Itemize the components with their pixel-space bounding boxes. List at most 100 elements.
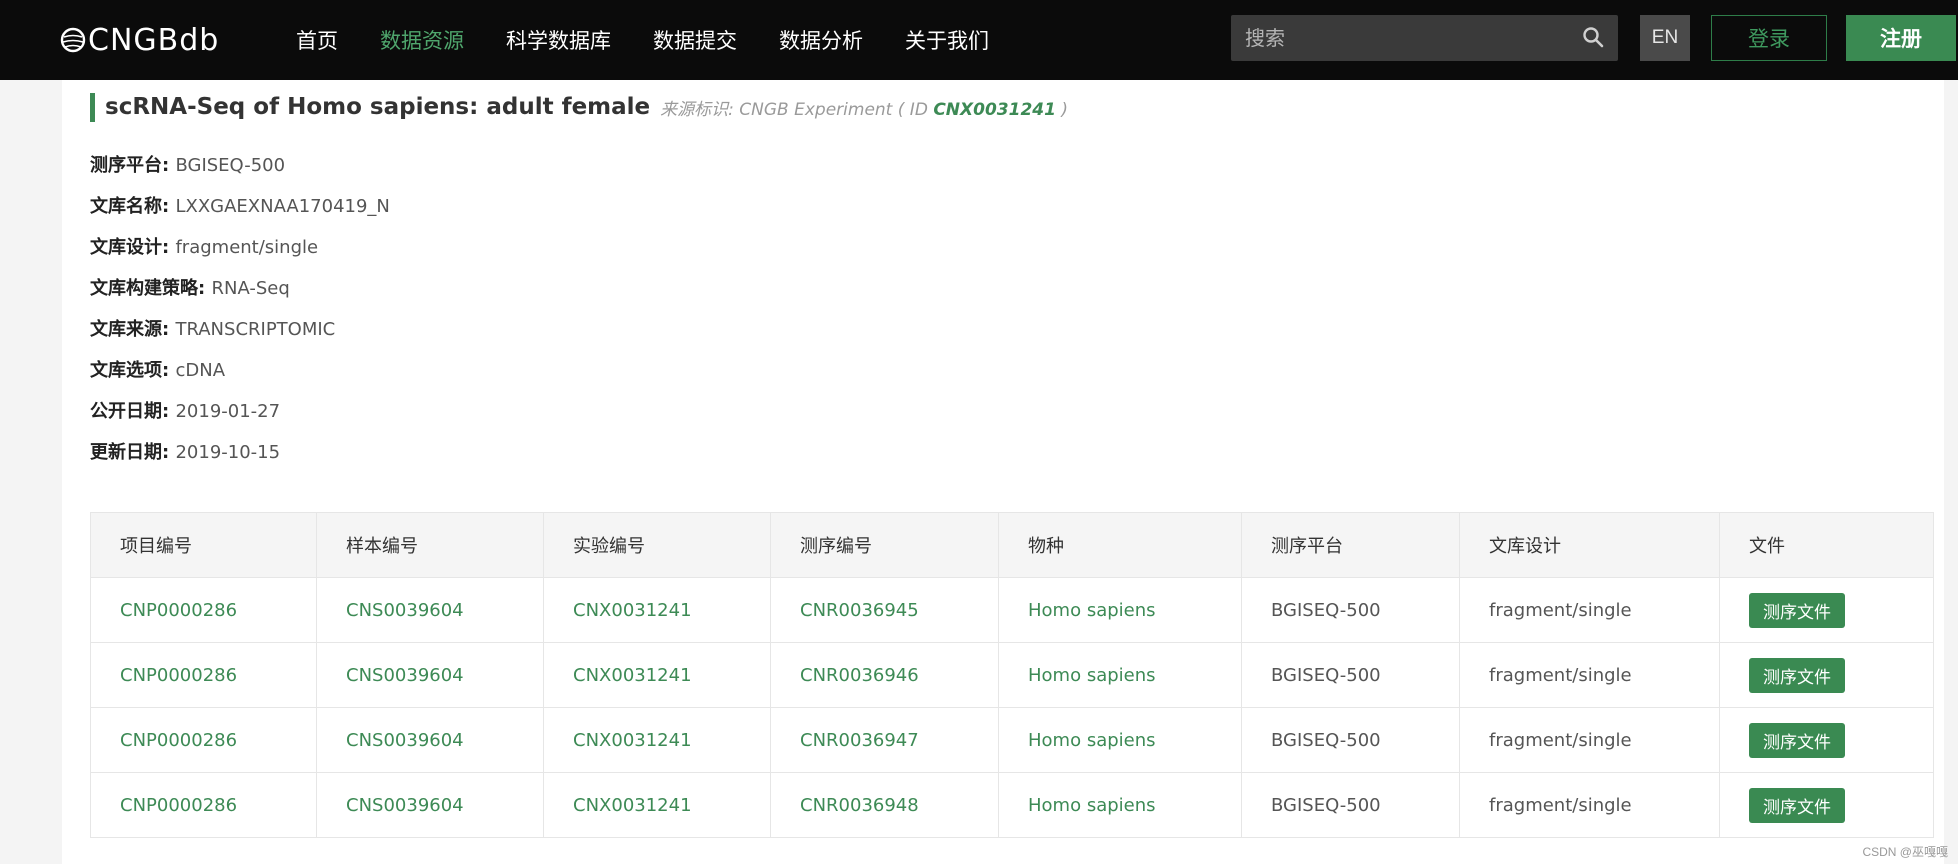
source-id-prefix: ( ID (897, 99, 928, 120)
column-header-sample-id: 样本编号 (316, 512, 544, 578)
property-library-layout: 文库设计: fragment/single (90, 237, 319, 258)
sample-id-link[interactable]: CNS0039604 (316, 642, 544, 708)
run-id-link[interactable]: CNR0036947 (770, 707, 999, 773)
sequencing-files-button[interactable]: 测序文件 (1749, 787, 1845, 823)
source-label: 来源标识: (660, 99, 734, 120)
property-update-date: 更新日期: 2019-10-15 (90, 442, 281, 463)
property-key: 公开日期 (90, 401, 162, 422)
column-header-experiment-id: 实验编号 (543, 512, 771, 578)
column-header-platform: 测序平台 (1241, 512, 1460, 578)
sequencing-files-button[interactable]: 测序文件 (1749, 592, 1845, 628)
property-key: 测序平台 (90, 155, 162, 176)
property-value: BGISEQ-500 (175, 155, 286, 176)
project-id-link[interactable]: CNP0000286 (90, 707, 317, 773)
library-layout-cell: fragment/single (1459, 642, 1720, 708)
experiment-id-link[interactable]: CNX0031241 (543, 707, 771, 773)
files-cell: 测序文件 (1719, 577, 1934, 643)
login-button[interactable]: 登录 (1711, 15, 1827, 61)
column-header-run-id: 测序编号 (770, 512, 999, 578)
sequencing-files-button[interactable]: 测序文件 (1749, 657, 1845, 693)
source-id: CNX0031241 (933, 99, 1056, 120)
property-value: cDNA (175, 360, 226, 381)
organism-link[interactable]: Homo sapiens (998, 772, 1242, 838)
heading-accent-bar (90, 92, 95, 122)
table-row: CNP0000286 CNS0039604 CNX0031241 CNR0036… (90, 577, 1934, 643)
nav-home[interactable]: 首页 (296, 25, 338, 55)
search-box (1231, 15, 1618, 61)
globe-logo-icon (60, 27, 86, 53)
property-release-date: 公开日期: 2019-01-27 (90, 401, 281, 422)
property-library-strategy: 文库构建策略: RNA-Seq (90, 278, 290, 299)
property-value: 2019-01-27 (175, 401, 281, 422)
table-row: CNP0000286 CNS0039604 CNX0031241 CNR0036… (90, 642, 1934, 708)
source-name: CNGB Experiment (739, 99, 893, 120)
property-value: 2019-10-15 (175, 442, 281, 463)
sequencing-files-button[interactable]: 测序文件 (1749, 722, 1845, 758)
project-id-link[interactable]: CNP0000286 (90, 642, 317, 708)
table-row: CNP0000286 CNS0039604 CNX0031241 CNR0036… (90, 772, 1934, 838)
property-value: TRANSCRIPTOMIC (175, 319, 336, 340)
top-navigation-bar: CNGBdb 首页 数据资源 科学数据库 数据提交 数据分析 关于我们 EN 登… (0, 0, 1958, 80)
platform-cell: BGISEQ-500 (1241, 707, 1460, 773)
nav-science-databases[interactable]: 科学数据库 (506, 25, 611, 55)
project-id-link[interactable]: CNP0000286 (90, 772, 317, 838)
watermark: CSDN @巫嘎嘎 (1862, 845, 1948, 859)
nav-about-us[interactable]: 关于我们 (905, 25, 989, 55)
platform-cell: BGISEQ-500 (1241, 772, 1460, 838)
property-library-source: 文库来源: TRANSCRIPTOMIC (90, 319, 336, 340)
run-id-link[interactable]: CNR0036946 (770, 642, 999, 708)
property-key: 文库构建策略 (90, 278, 198, 299)
runs-table: 项目编号 样本编号 实验编号 测序编号 物种 测序平台 文库设计 文件 CNP0… (90, 512, 1934, 838)
sample-id-link[interactable]: CNS0039604 (316, 772, 544, 838)
experiment-id-link[interactable]: CNX0031241 (543, 577, 771, 643)
source-id-suffix: ) (1061, 99, 1068, 120)
column-header-library-layout: 文库设计 (1459, 512, 1720, 578)
experiment-properties: 测序平台: BGISEQ-500 文库名称: LXXGAEXNAA170419_… (90, 153, 390, 481)
organism-link[interactable]: Homo sapiens (998, 577, 1242, 643)
table-row: CNP0000286 CNS0039604 CNX0031241 CNR0036… (90, 707, 1934, 773)
register-button[interactable]: 注册 (1846, 15, 1956, 61)
project-id-link[interactable]: CNP0000286 (90, 577, 317, 643)
property-value: LXXGAEXNAA170419_N (175, 196, 390, 217)
nav-data-submission[interactable]: 数据提交 (653, 25, 737, 55)
sample-id-link[interactable]: CNS0039604 (316, 577, 544, 643)
library-layout-cell: fragment/single (1459, 577, 1720, 643)
source-identifier: 来源标识: CNGB Experiment ( ID CNX0031241 ) (660, 95, 1068, 120)
property-library-name: 文库名称: LXXGAEXNAA170419_N (90, 196, 390, 217)
files-cell: 测序文件 (1719, 707, 1934, 773)
logo-text: CNGBdb (88, 22, 220, 58)
library-layout-cell: fragment/single (1459, 707, 1720, 773)
library-layout-cell: fragment/single (1459, 772, 1720, 838)
run-id-link[interactable]: CNR0036948 (770, 772, 999, 838)
property-key: 文库名称 (90, 196, 162, 217)
column-header-files: 文件 (1719, 512, 1934, 578)
organism-link[interactable]: Homo sapiens (998, 642, 1242, 708)
property-key: 文库设计 (90, 237, 162, 258)
platform-cell: BGISEQ-500 (1241, 577, 1460, 643)
sample-id-link[interactable]: CNS0039604 (316, 707, 544, 773)
right-page-gutter (1944, 80, 1958, 864)
language-toggle-button[interactable]: EN (1640, 15, 1690, 61)
main-nav: 首页 数据资源 科学数据库 数据提交 数据分析 关于我们 (296, 0, 1031, 80)
cngbdb-logo[interactable]: CNGBdb (60, 20, 219, 60)
property-key: 更新日期 (90, 442, 162, 463)
property-library-selection: 文库选项: cDNA (90, 360, 226, 381)
nav-data-analysis[interactable]: 数据分析 (779, 25, 863, 55)
left-page-gutter (0, 80, 62, 864)
search-input[interactable] (1231, 25, 1567, 51)
files-cell: 测序文件 (1719, 772, 1934, 838)
experiment-id-link[interactable]: CNX0031241 (543, 772, 771, 838)
column-header-organism: 物种 (998, 512, 1242, 578)
experiment-heading: scRNA-Seq of Homo sapiens: adult female … (90, 92, 1068, 122)
run-id-link[interactable]: CNR0036945 (770, 577, 999, 643)
search-icon[interactable] (1582, 26, 1604, 53)
experiment-id-link[interactable]: CNX0031241 (543, 642, 771, 708)
files-cell: 测序文件 (1719, 642, 1934, 708)
organism-link[interactable]: Homo sapiens (998, 707, 1242, 773)
property-key: 文库来源 (90, 319, 162, 340)
property-platform: 测序平台: BGISEQ-500 (90, 155, 286, 176)
property-value: fragment/single (175, 237, 319, 258)
nav-data-resources[interactable]: 数据资源 (380, 25, 464, 55)
platform-cell: BGISEQ-500 (1241, 642, 1460, 708)
property-key: 文库选项 (90, 360, 162, 381)
